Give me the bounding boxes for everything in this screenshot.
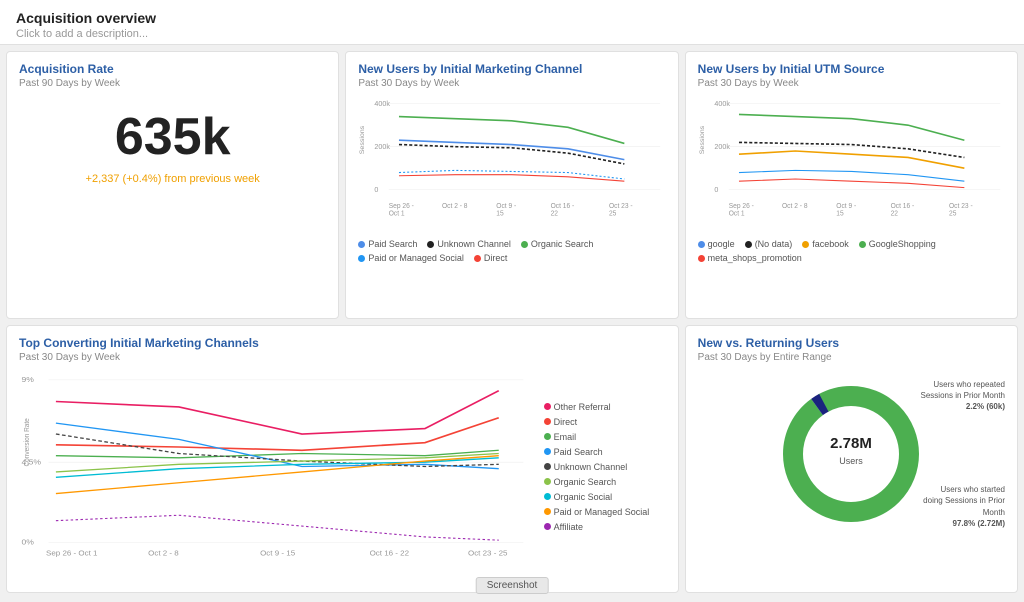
donut-container: 2.78M Users Users who repeated Sessions …	[698, 369, 1005, 539]
svg-text:Oct 9 -: Oct 9 -	[497, 203, 517, 210]
svg-text:Oct 1: Oct 1	[728, 210, 744, 217]
svg-text:0: 0	[375, 185, 379, 194]
svg-text:Sessions: Sessions	[360, 125, 367, 154]
svg-text:Conversion Rate: Conversion Rate	[24, 418, 31, 466]
top-converting-title: Top Converting Initial Marketing Channel…	[19, 336, 666, 350]
svg-text:Oct 1: Oct 1	[389, 210, 405, 217]
svg-text:15: 15	[836, 210, 844, 217]
svg-text:0%: 0%	[21, 538, 33, 546]
svg-text:Oct 9 -: Oct 9 -	[836, 203, 856, 210]
donut-chart: 2.78M Users	[771, 374, 931, 534]
new-users-channel-subtitle: Past 30 Days by Week	[358, 78, 665, 89]
top-converting-content: 9% 4.5% 0% Conversion Rate	[19, 369, 666, 564]
svg-text:Sessions: Sessions	[699, 125, 706, 154]
svg-text:200k: 200k	[375, 142, 391, 151]
svg-text:22: 22	[890, 210, 898, 217]
svg-text:25: 25	[609, 210, 617, 217]
acq-rate-change: +2,337 (+0.4%) from previous week	[19, 173, 326, 185]
svg-text:Oct 23 -: Oct 23 -	[609, 203, 633, 210]
svg-text:Oct 9 - 15: Oct 9 - 15	[260, 549, 295, 557]
svg-text:Oct 2 - 8: Oct 2 - 8	[442, 203, 468, 210]
svg-text:200k: 200k	[714, 142, 730, 151]
annotation-returning: Users who repeated Sessions in Prior Mon…	[920, 379, 1005, 413]
page-description[interactable]: Click to add a description...	[16, 28, 1008, 40]
new-users-utm-title: New Users by Initial UTM Source	[698, 62, 1005, 76]
new-users-channel-chart: 400k 200k 0	[358, 95, 665, 235]
svg-text:Oct 16 -: Oct 16 -	[890, 203, 914, 210]
svg-text:Sep 26 -: Sep 26 -	[728, 203, 753, 210]
screenshot-button[interactable]: Screenshot	[476, 577, 549, 594]
new-users-channel-title: New Users by Initial Marketing Channel	[358, 62, 665, 76]
svg-text:Sep 26 - Oct 1: Sep 26 - Oct 1	[46, 549, 97, 557]
svg-text:Sep 26 -: Sep 26 -	[389, 203, 414, 210]
new-users-utm-legend: google (No data) facebook GoogleShopping…	[698, 239, 1005, 263]
svg-text:22: 22	[551, 210, 559, 217]
acquisition-rate-card: Acquisition Rate Past 90 Days by Week 63…	[6, 51, 339, 319]
new-users-channel-legend: Paid Search Unknown Channel Organic Sear…	[358, 239, 665, 263]
svg-text:15: 15	[497, 210, 505, 217]
page-header: Acquisition overview Click to add a desc…	[0, 0, 1024, 45]
top-converting-legend: Other Referral Direct Email Paid Search …	[536, 369, 666, 564]
new-vs-returning-title: New vs. Returning Users	[698, 336, 1005, 350]
svg-text:25: 25	[949, 210, 957, 217]
new-users-utm-card: New Users by Initial UTM Source Past 30 …	[685, 51, 1018, 319]
svg-text:Oct 2 - 8: Oct 2 - 8	[148, 549, 179, 557]
new-users-channel-card: New Users by Initial Marketing Channel P…	[345, 51, 678, 319]
svg-text:2.78M: 2.78M	[830, 435, 872, 452]
annotation-new: Users who started doing Sessions in Prio…	[920, 484, 1005, 529]
svg-text:Oct 23 - 25: Oct 23 - 25	[468, 549, 507, 557]
svg-text:Users: Users	[840, 456, 864, 466]
svg-text:400k: 400k	[375, 99, 391, 108]
svg-text:0: 0	[714, 185, 718, 194]
top-converting-subtitle: Past 30 Days by Week	[19, 352, 666, 363]
acq-rate-value: 635k	[19, 107, 326, 167]
new-users-utm-subtitle: Past 30 Days by Week	[698, 78, 1005, 89]
new-users-utm-chart: 400k 200k 0 Sep 26 -	[698, 95, 1005, 235]
svg-text:Oct 23 -: Oct 23 -	[949, 203, 973, 210]
svg-text:9%: 9%	[21, 375, 33, 383]
new-vs-returning-subtitle: Past 30 Days by Entire Range	[698, 352, 1005, 363]
acq-rate-title: Acquisition Rate	[19, 62, 326, 76]
svg-text:400k: 400k	[714, 99, 730, 108]
svg-text:Oct 16 - 22: Oct 16 - 22	[370, 549, 409, 557]
page: Acquisition overview Click to add a desc…	[0, 0, 1024, 602]
acq-rate-subtitle: Past 90 Days by Week	[19, 78, 326, 89]
top-converting-card: Top Converting Initial Marketing Channel…	[6, 325, 679, 593]
top-converting-chart: 9% 4.5% 0% Conversion Rate	[19, 369, 536, 564]
new-vs-returning-card: New vs. Returning Users Past 30 Days by …	[685, 325, 1018, 593]
svg-text:Oct 16 -: Oct 16 -	[551, 203, 575, 210]
svg-text:Oct 2 - 8: Oct 2 - 8	[782, 203, 808, 210]
page-title: Acquisition overview	[16, 10, 1008, 26]
dashboard-grid: Acquisition Rate Past 90 Days by Week 63…	[0, 45, 1024, 599]
